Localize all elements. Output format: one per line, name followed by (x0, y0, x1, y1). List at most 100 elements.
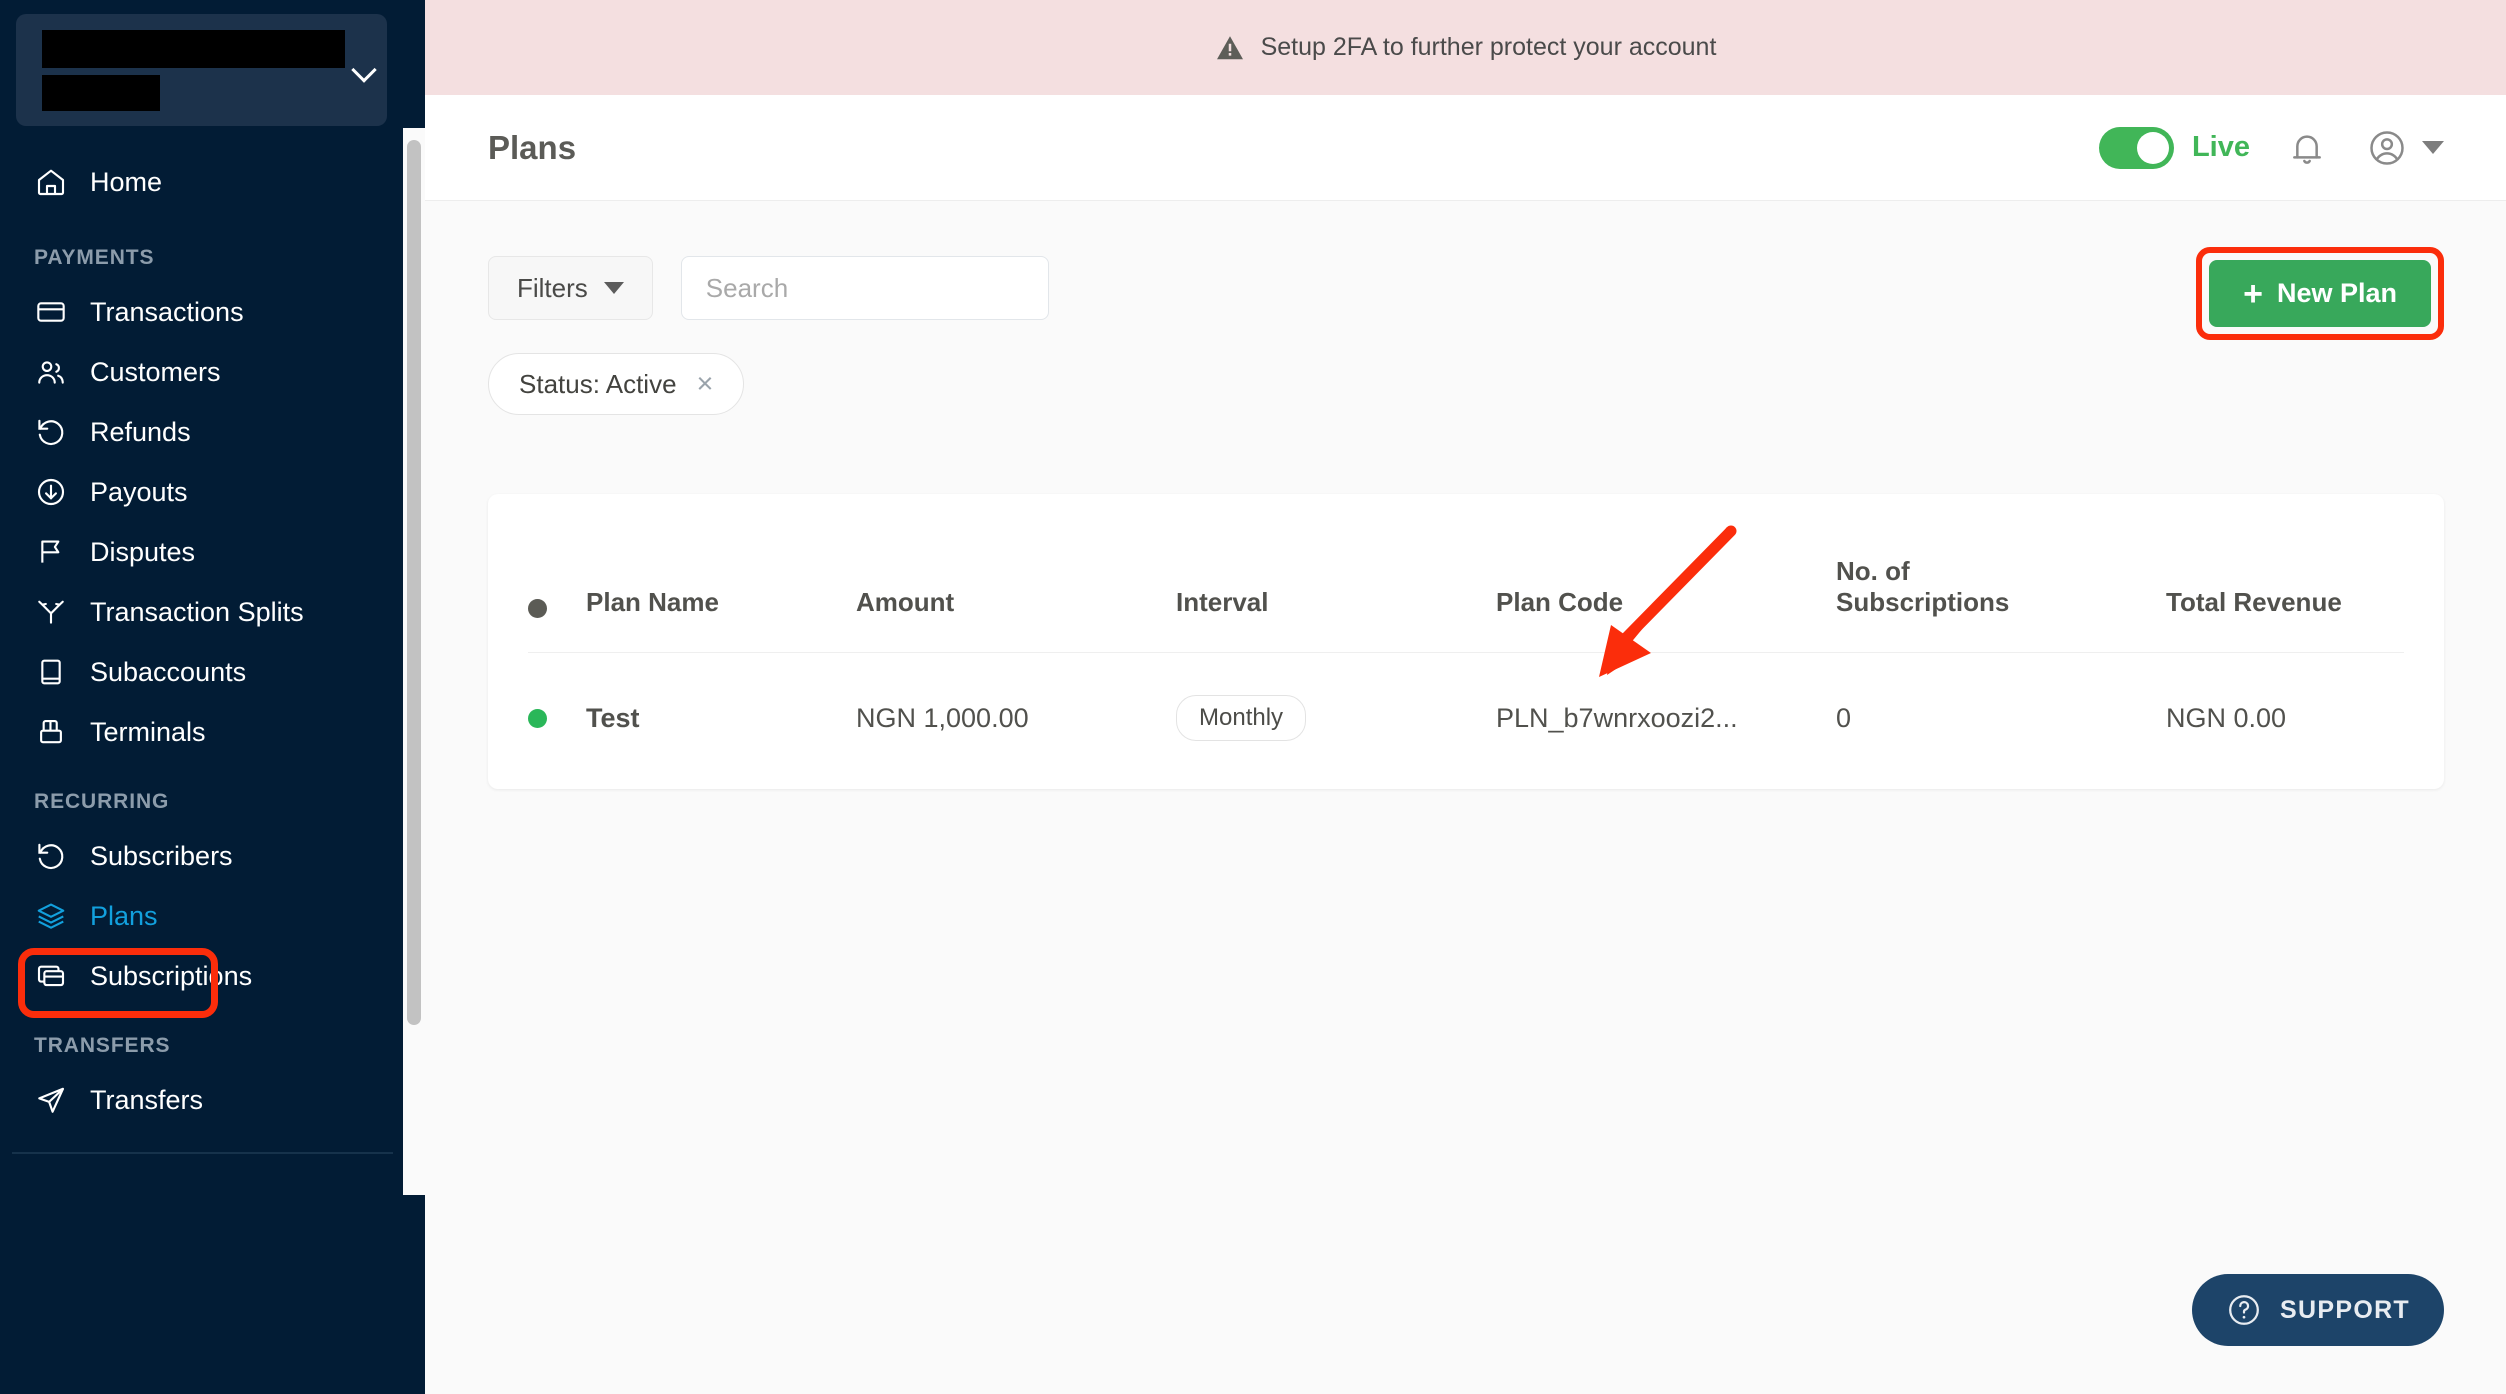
status-dot-icon (528, 599, 547, 618)
account-switcher[interactable] (16, 14, 387, 126)
column-subscriptions-line1: No. of (1836, 556, 1910, 586)
cell-plan-code: PLN_b7wnrxoozi2... (1496, 652, 1836, 789)
column-subscriptions-line2: Subscriptions (1836, 587, 2010, 617)
new-plan-button[interactable]: + New Plan (2209, 260, 2431, 327)
live-label: Live (2191, 131, 2250, 163)
new-plan-label: New Plan (2276, 278, 2397, 308)
close-icon[interactable]: × (697, 369, 714, 399)
sidebar-nav: Home PAYMENTS Transactions Customers Ref… (0, 126, 403, 1195)
filters-button[interactable]: Filters (488, 256, 653, 320)
question-circle-icon (2229, 1295, 2259, 1325)
sidebar-section-payments: PAYMENTS (34, 246, 155, 269)
toggle-track[interactable] (2098, 126, 2174, 169)
split-icon (34, 595, 68, 629)
sidebar-item-label: Transaction Splits (90, 596, 304, 627)
subscriptions-icon (34, 959, 68, 993)
status-dot-active-icon (528, 708, 547, 728)
plans-table-card: Plan Name Amount Interval Plan Code No. … (488, 494, 2444, 789)
cell-plan-name: Test (586, 652, 856, 789)
sidebar-item-subscribers[interactable]: Subscribers (0, 826, 403, 886)
sidebar-item-label: Payouts (90, 476, 188, 507)
table-header-row: Plan Name Amount Interval Plan Code No. … (528, 494, 2404, 653)
interval-pill: Monthly (1176, 695, 1307, 741)
sidebar: Home PAYMENTS Transactions Customers Ref… (0, 0, 425, 1394)
cell-status (528, 652, 586, 789)
sidebar-item-label: Transfers (90, 1084, 204, 1115)
sidebar-item-transactions[interactable]: Transactions (0, 282, 403, 342)
layers-icon (34, 899, 68, 933)
sidebar-item-payouts[interactable]: Payouts (0, 462, 403, 522)
column-plan-name: Plan Name (586, 587, 719, 617)
chevron-down-icon[interactable] (351, 57, 377, 83)
filters-label: Filters (517, 272, 588, 303)
sidebar-item-subaccounts[interactable]: Subaccounts (0, 642, 403, 702)
sidebar-scrollbar-thumb[interactable] (407, 140, 421, 1025)
send-icon (34, 1083, 68, 1117)
plus-icon: + (2243, 274, 2263, 313)
sidebar-item-label: Customers (90, 356, 221, 387)
active-filters: Status: Active × (488, 353, 2444, 415)
search-input[interactable] (680, 256, 1049, 320)
security-banner: Setup 2FA to further protect your accoun… (425, 0, 2506, 95)
sidebar-item-audit-logs[interactable]: Audit Logs (0, 1188, 403, 1195)
history-icon (34, 839, 68, 873)
sidebar-item-label: Subscribers (90, 840, 233, 871)
column-status (528, 494, 586, 653)
notifications-button[interactable] (2284, 125, 2330, 171)
sidebar-item-refunds[interactable]: Refunds (0, 402, 403, 462)
cell-subscriptions: 0 (1836, 652, 2166, 789)
sidebar-scroll-area: Home PAYMENTS Transactions Customers Ref… (0, 0, 403, 1195)
live-mode-toggle[interactable]: Live (2098, 126, 2250, 169)
support-button[interactable]: SUPPORT (2192, 1274, 2444, 1346)
caret-down-icon[interactable] (2422, 141, 2444, 154)
page-header: Plans Live (425, 95, 2506, 201)
sidebar-item-label: Transactions (90, 296, 244, 327)
sidebar-item-plans[interactable]: Plans (0, 886, 403, 946)
cell-amount: NGN 1,000.00 (856, 652, 1176, 789)
user-circle-icon (2370, 130, 2404, 165)
plans-table: Plan Name Amount Interval Plan Code No. … (528, 494, 2404, 789)
sidebar-item-label: Refunds (90, 416, 191, 447)
account-menu[interactable] (2364, 125, 2444, 171)
refund-icon (34, 415, 68, 449)
sidebar-bottom-nav: Audit Logs Settings (0, 1154, 403, 1195)
home-icon (34, 165, 68, 199)
support-label: SUPPORT (2280, 1295, 2410, 1324)
sidebar-section-recurring: RECURRING (34, 790, 170, 813)
sidebar-item-home[interactable]: Home (0, 152, 403, 212)
sidebar-item-label: Terminals (90, 716, 206, 747)
column-plan-code: Plan Code (1496, 587, 1624, 617)
header-actions: Live (2098, 125, 2444, 171)
table-body: Test NGN 1,000.00 Monthly PLN_b7wnrxoozi… (528, 652, 2404, 789)
column-subscriptions: No. of Subscriptions (1836, 494, 2166, 653)
terminal-icon (34, 715, 68, 749)
payout-icon (34, 475, 68, 509)
sidebar-item-terminals[interactable]: Terminals (0, 702, 403, 762)
sidebar-item-disputes[interactable]: Disputes (0, 522, 403, 582)
sidebar-item-label: Plans (90, 900, 158, 931)
sidebar-item-label: Disputes (90, 536, 196, 567)
column-interval: Interval (1176, 587, 1269, 617)
table-row[interactable]: Test NGN 1,000.00 Monthly PLN_b7wnrxoozi… (528, 652, 2404, 789)
account-name-redacted (42, 29, 345, 111)
sidebar-item-transfers[interactable]: Transfers (0, 1070, 403, 1130)
sidebar-item-label: Home (90, 166, 163, 197)
annotation-box-new-plan: + New Plan (2196, 247, 2444, 340)
account-avatar-button[interactable] (2364, 125, 2410, 171)
sidebar-section-transfers: TRANSFERS (34, 1034, 171, 1057)
sidebar-item-customers[interactable]: Customers (0, 342, 403, 402)
sidebar-item-transaction-splits[interactable]: Transaction Splits (0, 582, 403, 642)
cell-total-revenue: NGN 0.00 (2166, 652, 2404, 789)
main-content: Setup 2FA to further protect your accoun… (425, 0, 2506, 1394)
plans-content: Filters + New Plan Status: Active × (425, 201, 2506, 789)
column-total-revenue: Total Revenue (2166, 587, 2342, 617)
sidebar-scrollbar[interactable] (403, 128, 425, 1195)
sidebar-item-label: Subscriptions (90, 960, 253, 991)
sidebar-item-subscriptions[interactable]: Subscriptions (0, 946, 403, 1006)
filter-chip-status[interactable]: Status: Active × (488, 353, 745, 415)
cell-interval: Monthly (1176, 652, 1496, 789)
bell-icon (2293, 134, 2321, 164)
warning-triangle-icon (1216, 35, 1243, 59)
filter-chip-label: Status: Active (519, 368, 677, 399)
sidebar-item-label: Subaccounts (90, 656, 247, 687)
